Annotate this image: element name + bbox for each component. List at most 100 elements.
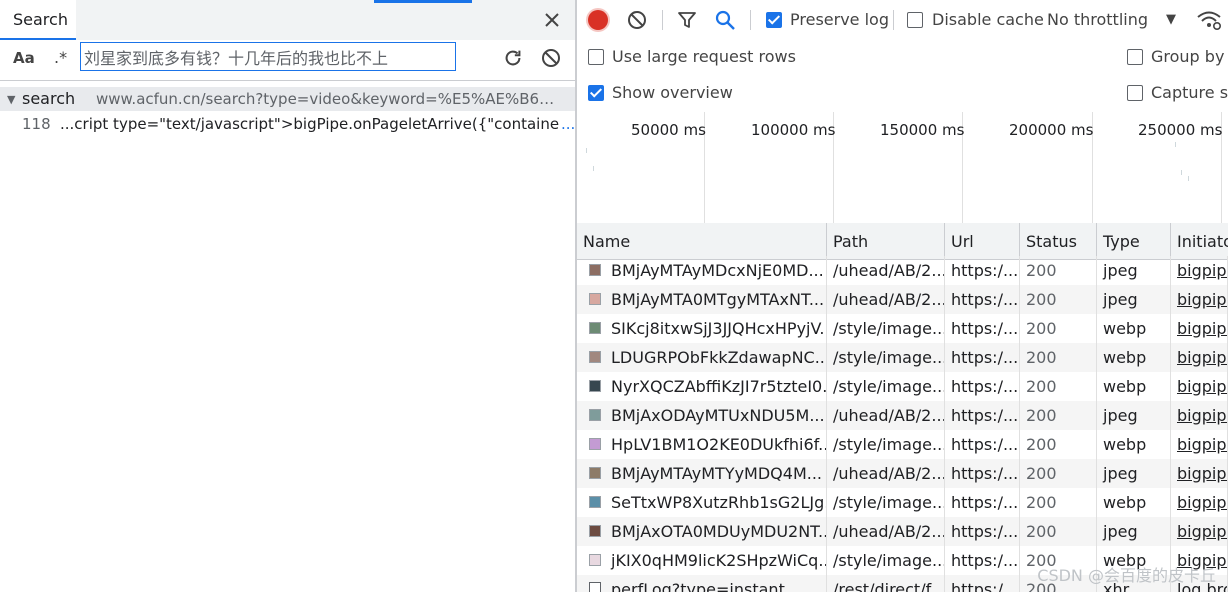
tab-search-label: Search xyxy=(13,10,68,29)
cell-initiator[interactable]: bigpipe xyxy=(1171,459,1228,488)
cell-initiator[interactable]: bigpipe xyxy=(1171,517,1228,546)
cell-path: /style/image... xyxy=(827,372,945,401)
search-icon[interactable] xyxy=(714,9,736,31)
cell-type: jpeg xyxy=(1097,459,1171,488)
show-overview-label[interactable]: Show overview xyxy=(612,83,733,102)
result-line-more: ... xyxy=(561,115,576,133)
tab-search[interactable]: Search xyxy=(0,0,76,40)
cell-initiator[interactable]: bigpipe xyxy=(1171,401,1228,430)
cell-path: /style/image... xyxy=(827,488,945,517)
cell-url: https:/... xyxy=(945,256,1020,285)
cell-type: webp xyxy=(1097,430,1171,459)
regex-toggle[interactable]: .* xyxy=(54,48,67,67)
cell-initiator[interactable]: bigpipe xyxy=(1171,314,1228,343)
table-header: Name Path Url Status Type Initiato xyxy=(577,223,1228,260)
cell-status: 200 xyxy=(1020,401,1097,430)
cell-status: 200 xyxy=(1020,517,1097,546)
table-row[interactable]: BMjAyMTAyMDcxNjE0MD.../uhead/AB/2... http… xyxy=(577,256,1228,285)
cell-initiator[interactable]: bigpipe xyxy=(1171,285,1228,314)
cell-name: jKIX0qHM9licK2SHpzWiCq... xyxy=(577,546,827,575)
match-case-toggle[interactable]: Aa xyxy=(13,49,35,67)
table-row[interactable]: BMjAxOTA0MDUyMDU2NT.../uhead/AB/2... http… xyxy=(577,517,1228,546)
refresh-icon[interactable] xyxy=(502,47,524,69)
cell-name: SIKcj8itxwSjJ3JJQHcxHPyjV... xyxy=(577,314,827,343)
result-line-code: ...cript type="text/javascript">bigPipe.… xyxy=(60,115,560,133)
cell-url: https:/... xyxy=(945,459,1020,488)
toolbar-divider xyxy=(662,10,663,30)
close-icon[interactable] xyxy=(540,8,564,32)
overview-request-mark xyxy=(586,148,587,153)
chevron-down-icon[interactable]: ▼ xyxy=(1166,12,1176,27)
preserve-log-label[interactable]: Preserve log xyxy=(790,10,889,29)
cell-status: 200 xyxy=(1020,343,1097,372)
table-row[interactable]: BMjAyMTAyMTYyMDQ4M.../uhead/AB/2... https… xyxy=(577,459,1228,488)
group-by-frame-label[interactable]: Group by f xyxy=(1151,47,1228,66)
network-conditions-icon[interactable] xyxy=(1196,9,1222,31)
cell-initiator[interactable]: bigpipe xyxy=(1171,343,1228,372)
table-row[interactable]: SIKcj8itxwSjJ3JJQHcxHPyjV.../style/image… xyxy=(577,314,1228,343)
overview-request-mark xyxy=(1181,170,1182,175)
cell-path: /uhead/AB/2... xyxy=(827,459,945,488)
table-row[interactable]: NyrXQCZAbffiKzJI7r5tzteI0.../style/image… xyxy=(577,372,1228,401)
cell-type: webp xyxy=(1097,372,1171,401)
cell-name: BMjAxODAyMTUxNDU5M... xyxy=(577,401,827,430)
search-result-file[interactable]: ▼ search www.acfun.cn/search?type=video&… xyxy=(0,87,575,111)
column-header-type[interactable]: Type xyxy=(1097,223,1171,260)
active-panel-indicator xyxy=(374,0,472,3)
overview-tick-label: 100000 ms xyxy=(751,121,836,139)
network-overview[interactable]: 50000 ms 100000 ms 150000 ms 200000 ms 2… xyxy=(577,112,1228,224)
clear-log-icon[interactable] xyxy=(627,10,647,30)
table-row[interactable]: HpLV1BM1O2KE0DUkfhi6f.../style/image... h… xyxy=(577,430,1228,459)
cell-path: /style/image... xyxy=(827,546,945,575)
clear-icon[interactable] xyxy=(541,48,561,68)
cell-url: https:/... xyxy=(945,285,1020,314)
cell-status: 200 xyxy=(1020,372,1097,401)
cell-status: 200 xyxy=(1020,256,1097,285)
column-header-status[interactable]: Status xyxy=(1020,223,1097,260)
cell-type: webp xyxy=(1097,488,1171,517)
preserve-log-checkbox[interactable] xyxy=(766,12,782,28)
disable-cache-label[interactable]: Disable cache xyxy=(932,10,1044,29)
large-rows-checkbox[interactable] xyxy=(588,49,604,65)
cell-type: jpeg xyxy=(1097,517,1171,546)
cell-type: webp xyxy=(1097,314,1171,343)
column-header-initiator[interactable]: Initiato xyxy=(1171,223,1228,260)
overview-tick-label: 50000 ms xyxy=(631,121,706,139)
cell-initiator[interactable]: bigpipe xyxy=(1171,488,1228,517)
column-header-url[interactable]: Url xyxy=(945,223,1020,260)
cell-status: 200 xyxy=(1020,488,1097,517)
filter-icon[interactable] xyxy=(677,10,697,30)
large-rows-label[interactable]: Use large request rows xyxy=(612,47,796,66)
cell-initiator[interactable]: bigpipe xyxy=(1171,256,1228,285)
cell-name: LDUGRPObFkkZdawapNC... xyxy=(577,343,827,372)
show-overview-checkbox[interactable] xyxy=(588,85,604,101)
expand-triangle-icon[interactable]: ▼ xyxy=(7,93,15,106)
throttling-select[interactable]: No throttling xyxy=(1047,10,1148,29)
overview-tick-label: 200000 ms xyxy=(1009,121,1094,139)
search-result-line[interactable]: 118 ...cript type="text/javascript">bigP… xyxy=(0,112,575,136)
record-icon[interactable] xyxy=(588,10,608,30)
capture-screenshots-checkbox[interactable] xyxy=(1127,85,1143,101)
capture-screenshots-label[interactable]: Capture sc xyxy=(1151,83,1228,102)
column-header-name[interactable]: Name xyxy=(577,223,827,260)
table-row[interactable]: BMjAxODAyMTUxNDU5M.../uhead/AB/2... https… xyxy=(577,401,1228,430)
search-input[interactable] xyxy=(80,42,456,71)
overview-request-mark xyxy=(593,166,594,171)
cell-name: perfLog?type=instant xyxy=(577,575,827,592)
cell-path: /uhead/AB/2... xyxy=(827,285,945,314)
cell-type: jpeg xyxy=(1097,285,1171,314)
cell-name: HpLV1BM1O2KE0DUkfhi6f... xyxy=(577,430,827,459)
cell-status: 200 xyxy=(1020,430,1097,459)
column-header-path[interactable]: Path xyxy=(827,223,945,260)
result-line-number: 118 xyxy=(22,115,51,133)
table-row[interactable]: BMjAyMTA0MTgyMTAxNT.../uhead/AB/2... http… xyxy=(577,285,1228,314)
cell-initiator[interactable]: bigpipe xyxy=(1171,372,1228,401)
disable-cache-checkbox[interactable] xyxy=(907,12,923,28)
cell-url: https:/... xyxy=(945,546,1020,575)
table-row[interactable]: SeTtxWP8XutzRhb1sG2LJg.../style/image...… xyxy=(577,488,1228,517)
cell-url: https:/... xyxy=(945,343,1020,372)
cell-initiator[interactable]: bigpipe xyxy=(1171,430,1228,459)
group-by-frame-checkbox[interactable] xyxy=(1127,49,1143,65)
table-row[interactable]: LDUGRPObFkkZdawapNC.../style/image... htt… xyxy=(577,343,1228,372)
watermark: CSDN @会百度的皮卡丘 xyxy=(1037,566,1216,585)
